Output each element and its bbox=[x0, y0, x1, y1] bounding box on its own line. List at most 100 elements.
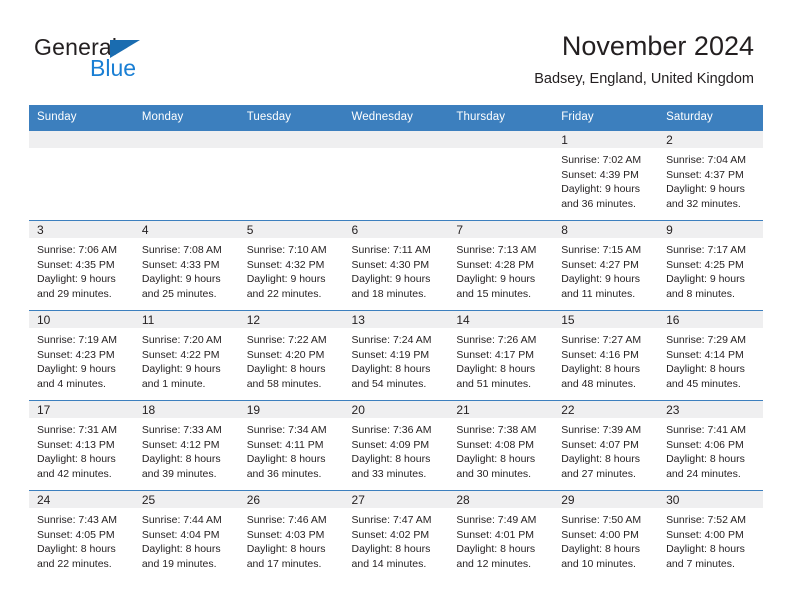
daylight-text-line2: and 51 minutes. bbox=[456, 377, 532, 390]
day-number: 19 bbox=[238, 401, 344, 418]
calendar-day-cell-empty bbox=[238, 130, 344, 221]
calendar-day-cell[interactable]: 20 Sunrise: 7:36 AM Sunset: 4:09 PM Dayligh… bbox=[343, 400, 449, 491]
sunrise-text: Sunrise: 7:20 AM bbox=[141, 334, 222, 346]
calendar-day-cell[interactable]: 15 Sunrise: 7:27 AM Sunset: 4:16 PM Dayligh… bbox=[553, 310, 659, 401]
daylight-text-line2: and 4 minutes. bbox=[37, 377, 106, 390]
day-number: 22 bbox=[553, 401, 659, 418]
calendar-day-cell[interactable]: 30 Sunrise: 7:52 AM Sunset: 4:00 PM Dayligh… bbox=[658, 490, 763, 580]
calendar-day-cell[interactable]: 3 Sunrise: 7:06 AM Sunset: 4:35 PM Daylight… bbox=[29, 220, 134, 311]
day-number: 13 bbox=[343, 311, 449, 328]
day-details: Sunrise: 7:02 AM Sunset: 4:39 PM Daylight:… bbox=[553, 148, 658, 211]
day-number bbox=[343, 131, 449, 148]
sunset-text: Sunset: 4:08 PM bbox=[456, 438, 535, 451]
day-number: 17 bbox=[29, 401, 134, 418]
day-details: Sunrise: 7:10 AM Sunset: 4:32 PM Daylight:… bbox=[239, 238, 344, 301]
calendar-day-cell[interactable]: 16 Sunrise: 7:29 AM Sunset: 4:14 PM Dayligh… bbox=[658, 310, 763, 401]
day-details: Sunrise: 7:24 AM Sunset: 4:19 PM Daylight:… bbox=[344, 328, 449, 391]
calendar-day-cell[interactable]: 5 Sunrise: 7:10 AM Sunset: 4:32 PM Daylight… bbox=[238, 220, 344, 311]
calendar-day-cell[interactable]: 28 Sunrise: 7:49 AM Sunset: 4:01 PM Dayligh… bbox=[448, 490, 554, 580]
day-details: Sunrise: 7:19 AM Sunset: 4:23 PM Daylight:… bbox=[29, 328, 134, 391]
weekday-header-monday: Monday bbox=[133, 105, 239, 131]
daylight-text-line1: Daylight: 8 hours bbox=[561, 453, 641, 466]
sunrise-text: Sunrise: 7:27 AM bbox=[561, 334, 642, 346]
day-number: 4 bbox=[133, 221, 239, 238]
calendar-day-cell[interactable]: 14 Sunrise: 7:26 AM Sunset: 4:17 PM Dayligh… bbox=[448, 310, 554, 401]
calendar-day-cell[interactable]: 7 Sunrise: 7:13 AM Sunset: 4:28 PM Daylight… bbox=[448, 220, 554, 311]
calendar-day-cell-empty bbox=[448, 130, 554, 221]
calendar-day-cell[interactable]: 17 Sunrise: 7:31 AM Sunset: 4:13 PM Dayligh… bbox=[29, 400, 134, 491]
general-blue-logo[interactable]: General Blue bbox=[34, 36, 224, 84]
daylight-text-line1: Daylight: 8 hours bbox=[246, 453, 326, 466]
day-number: 11 bbox=[133, 311, 239, 328]
sunrise-text: Sunrise: 7:36 AM bbox=[351, 424, 432, 436]
daylight-text-line1: Daylight: 8 hours bbox=[37, 453, 116, 466]
day-details: Sunrise: 7:41 AM Sunset: 4:06 PM Daylight:… bbox=[658, 418, 763, 481]
day-number: 26 bbox=[238, 491, 344, 508]
calendar-day-cell-empty bbox=[343, 130, 449, 221]
calendar-day-cell[interactable]: 12 Sunrise: 7:22 AM Sunset: 4:20 PM Dayligh… bbox=[238, 310, 344, 401]
sunrise-text: Sunrise: 7:52 AM bbox=[666, 514, 747, 526]
day-details: Sunrise: 7:39 AM Sunset: 4:07 PM Daylight:… bbox=[553, 418, 658, 481]
daylight-text-line2: and 29 minutes. bbox=[37, 287, 112, 300]
calendar-day-cell[interactable]: 2 Sunrise: 7:04 AM Sunset: 4:37 PM Daylight… bbox=[658, 130, 763, 221]
sunset-text: Sunset: 4:06 PM bbox=[666, 438, 744, 451]
day-number: 18 bbox=[133, 401, 239, 418]
sunset-text: Sunset: 4:14 PM bbox=[666, 348, 744, 361]
calendar-page: General Blue November 2024 Badsey, Engla… bbox=[0, 0, 792, 612]
day-details: Sunrise: 7:31 AM Sunset: 4:13 PM Daylight:… bbox=[29, 418, 134, 481]
calendar-day-cell[interactable]: 29 Sunrise: 7:50 AM Sunset: 4:00 PM Dayligh… bbox=[553, 490, 659, 580]
sunrise-text: Sunrise: 7:22 AM bbox=[246, 334, 327, 346]
day-number: 25 bbox=[133, 491, 239, 508]
day-number: 20 bbox=[343, 401, 449, 418]
calendar-day-cell[interactable]: 1 Sunrise: 7:02 AM Sunset: 4:39 PM Daylight… bbox=[553, 130, 659, 221]
calendar-day-cell[interactable]: 6 Sunrise: 7:11 AM Sunset: 4:30 PM Daylight… bbox=[343, 220, 449, 311]
day-details: Sunrise: 7:52 AM Sunset: 4:00 PM Daylight:… bbox=[658, 508, 763, 571]
calendar-day-cell[interactable]: 18 Sunrise: 7:33 AM Sunset: 4:12 PM Dayligh… bbox=[133, 400, 239, 491]
calendar-day-cell[interactable]: 8 Sunrise: 7:15 AM Sunset: 4:27 PM Daylight… bbox=[553, 220, 659, 311]
sunrise-text: Sunrise: 7:49 AM bbox=[456, 514, 537, 526]
calendar-day-cell[interactable]: 27 Sunrise: 7:47 AM Sunset: 4:02 PM Dayligh… bbox=[343, 490, 449, 580]
calendar-day-cell[interactable]: 24 Sunrise: 7:43 AM Sunset: 4:05 PM Dayligh… bbox=[29, 490, 134, 580]
day-details: Sunrise: 7:20 AM Sunset: 4:22 PM Daylight:… bbox=[134, 328, 239, 391]
sunset-text: Sunset: 4:32 PM bbox=[246, 258, 325, 271]
sunset-text: Sunset: 4:04 PM bbox=[141, 528, 220, 541]
calendar-day-cell[interactable]: 11 Sunrise: 7:20 AM Sunset: 4:22 PM Dayligh… bbox=[133, 310, 239, 401]
day-number: 3 bbox=[29, 221, 134, 238]
calendar-day-cell[interactable]: 13 Sunrise: 7:24 AM Sunset: 4:19 PM Dayligh… bbox=[343, 310, 449, 401]
sunrise-text: Sunrise: 7:47 AM bbox=[351, 514, 432, 526]
sunset-text: Sunset: 4:12 PM bbox=[141, 438, 220, 451]
day-details: Sunrise: 7:13 AM Sunset: 4:28 PM Daylight:… bbox=[448, 238, 553, 301]
calendar-day-cell[interactable]: 10 Sunrise: 7:19 AM Sunset: 4:23 PM Dayligh… bbox=[29, 310, 134, 401]
day-number bbox=[133, 131, 239, 148]
calendar-day-cell[interactable]: 9 Sunrise: 7:17 AM Sunset: 4:25 PM Daylight… bbox=[658, 220, 763, 311]
daylight-text-line2: and 54 minutes. bbox=[351, 377, 427, 390]
day-number: 2 bbox=[658, 131, 763, 148]
weekday-header-wednesday: Wednesday bbox=[343, 105, 449, 131]
day-number: 6 bbox=[343, 221, 449, 238]
daylight-text-line2: and 17 minutes. bbox=[246, 557, 322, 570]
sunset-text: Sunset: 4:27 PM bbox=[561, 258, 639, 271]
daylight-text-line1: Daylight: 8 hours bbox=[666, 453, 745, 466]
sunset-text: Sunset: 4:07 PM bbox=[561, 438, 639, 451]
day-number bbox=[29, 131, 134, 148]
calendar-day-cell[interactable]: 22 Sunrise: 7:39 AM Sunset: 4:07 PM Dayligh… bbox=[553, 400, 659, 491]
calendar-day-cell[interactable]: 26 Sunrise: 7:46 AM Sunset: 4:03 PM Dayligh… bbox=[238, 490, 344, 580]
daylight-text-line2: and 12 minutes. bbox=[456, 557, 532, 570]
sunset-text: Sunset: 4:05 PM bbox=[37, 528, 115, 541]
calendar-day-cell[interactable]: 25 Sunrise: 7:44 AM Sunset: 4:04 PM Dayligh… bbox=[133, 490, 239, 580]
calendar-day-cell[interactable]: 4 Sunrise: 7:08 AM Sunset: 4:33 PM Daylight… bbox=[133, 220, 239, 311]
calendar-day-cell[interactable]: 21 Sunrise: 7:38 AM Sunset: 4:08 PM Dayligh… bbox=[448, 400, 554, 491]
weekday-header-tuesday: Tuesday bbox=[238, 105, 344, 131]
sunrise-text: Sunrise: 7:10 AM bbox=[246, 244, 327, 256]
daylight-text-line1: Daylight: 8 hours bbox=[351, 363, 431, 376]
calendar-day-cell[interactable]: 23 Sunrise: 7:41 AM Sunset: 4:06 PM Dayligh… bbox=[658, 400, 763, 491]
daylight-text-line1: Daylight: 8 hours bbox=[141, 543, 221, 556]
sunrise-text: Sunrise: 7:13 AM bbox=[456, 244, 537, 256]
calendar-day-cell[interactable]: 19 Sunrise: 7:34 AM Sunset: 4:11 PM Dayligh… bbox=[238, 400, 344, 491]
day-number bbox=[448, 131, 554, 148]
day-details: Sunrise: 7:36 AM Sunset: 4:09 PM Daylight:… bbox=[344, 418, 449, 481]
page-title: November 2024 bbox=[561, 31, 754, 61]
daylight-text-line2: and 27 minutes. bbox=[561, 467, 636, 480]
weekday-header-saturday: Saturday bbox=[658, 105, 763, 131]
day-number: 10 bbox=[29, 311, 134, 328]
